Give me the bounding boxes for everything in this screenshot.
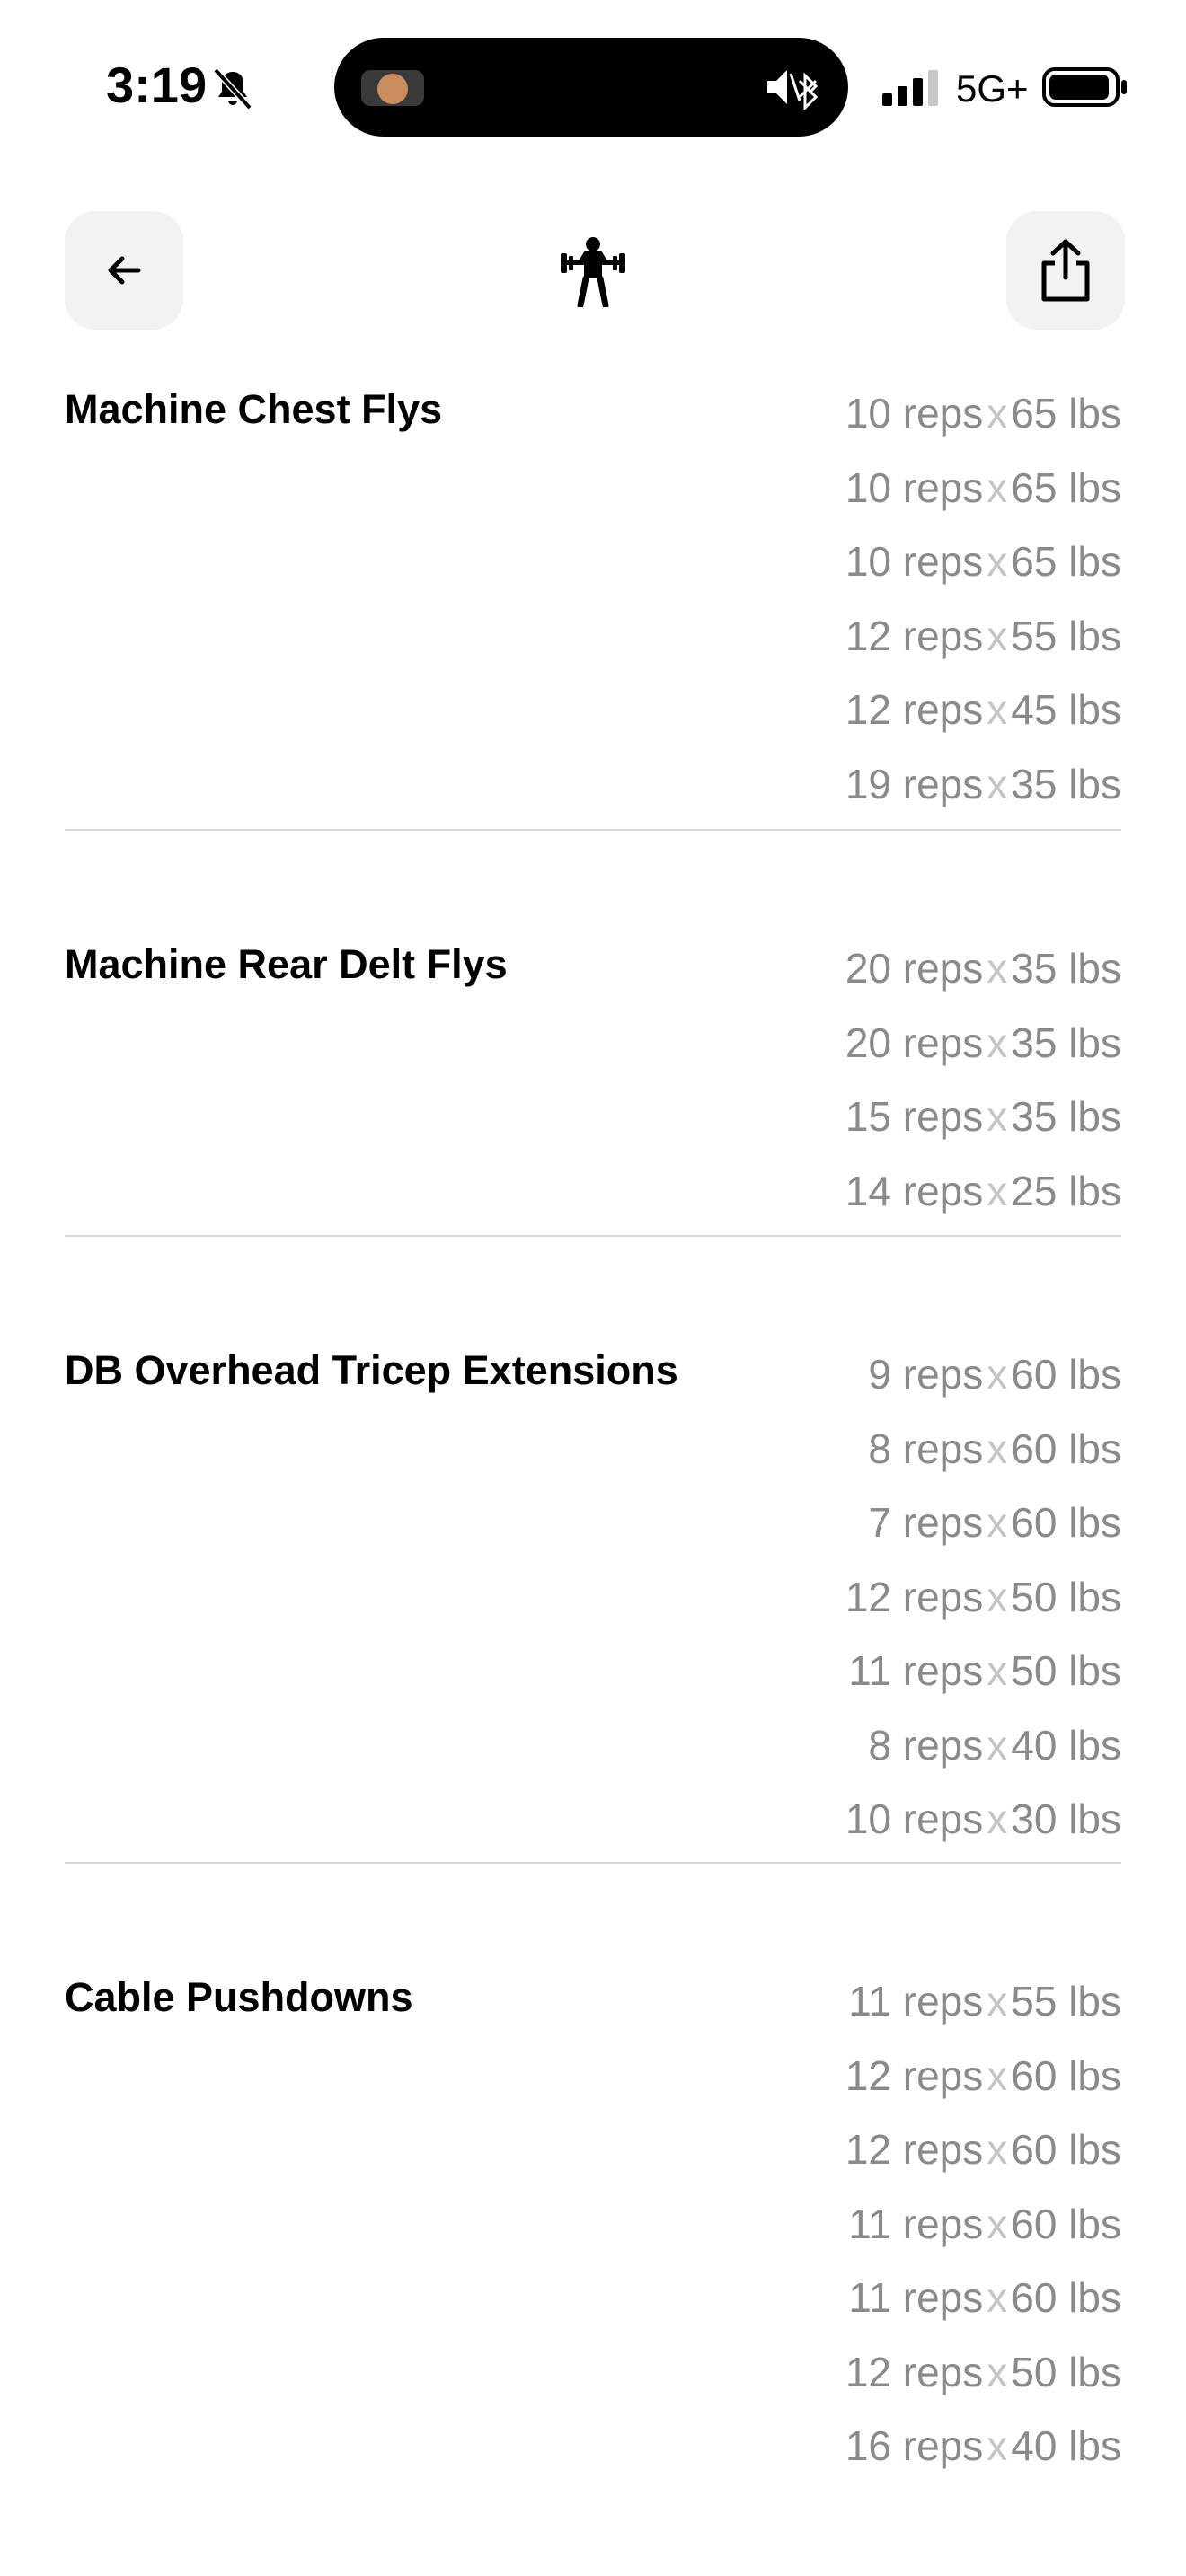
set-row: 20 repsx35 lbs bbox=[845, 945, 1121, 992]
speaker-muted-icon bbox=[767, 70, 819, 110]
set-row: 11 repsx50 lbs bbox=[848, 1647, 1121, 1694]
set-row: 11 repsx55 lbs bbox=[848, 1978, 1121, 2025]
exercise-name: Machine Chest Flys bbox=[65, 386, 443, 432]
set-row: 11 repsx60 lbs bbox=[848, 2200, 1121, 2247]
bell-slash-icon bbox=[213, 67, 252, 110]
exercise-name: Machine Rear Delt Flys bbox=[65, 941, 508, 987]
set-row: 11 repsx60 lbs bbox=[848, 2274, 1121, 2321]
cellular-signal-icon bbox=[882, 70, 938, 106]
set-row: 7 repsx60 lbs bbox=[868, 1499, 1121, 1546]
status-bar: 3:19 5G+ bbox=[0, 0, 1186, 162]
set-row: 14 repsx25 lbs bbox=[845, 1167, 1121, 1214]
set-row: 12 repsx60 lbs bbox=[845, 2051, 1121, 2099]
set-row: 9 repsx60 lbs bbox=[868, 1351, 1121, 1398]
set-row: 15 repsx35 lbs bbox=[845, 1093, 1121, 1140]
divider bbox=[65, 1862, 1121, 1864]
set-list: 11 repsx55 lbs 12 repsx60 lbs 12 repsx60… bbox=[845, 1974, 1121, 2493]
weightlifter-icon bbox=[561, 237, 625, 307]
exercise-name: DB Overhead Tricep Extensions bbox=[65, 1347, 678, 1393]
set-row: 12 repsx60 lbs bbox=[845, 2126, 1121, 2173]
set-row: 19 repsx35 lbs bbox=[845, 760, 1121, 807]
back-button[interactable] bbox=[65, 211, 183, 330]
set-row: 16 repsx40 lbs bbox=[845, 2422, 1121, 2469]
set-row: 8 repsx40 lbs bbox=[868, 1721, 1121, 1769]
set-row: 12 repsx55 lbs bbox=[845, 612, 1121, 659]
set-row: 10 repsx65 lbs bbox=[845, 538, 1121, 585]
divider bbox=[65, 829, 1121, 831]
set-row: 8 repsx60 lbs bbox=[868, 1425, 1121, 1472]
now-playing-thumbnail bbox=[361, 70, 424, 106]
set-row: 12 repsx50 lbs bbox=[845, 1573, 1121, 1620]
status-time: 3:19 bbox=[106, 57, 208, 113]
set-row: 10 repsx30 lbs bbox=[845, 1795, 1121, 1842]
divider bbox=[65, 1235, 1121, 1237]
set-list: 9 repsx60 lbs 8 repsx60 lbs 7 repsx60 lb… bbox=[845, 1347, 1121, 1866]
set-row: 12 repsx45 lbs bbox=[845, 686, 1121, 733]
share-button[interactable] bbox=[1006, 211, 1125, 330]
dynamic-island[interactable] bbox=[334, 38, 848, 137]
set-row: 20 repsx35 lbs bbox=[845, 1019, 1121, 1066]
battery-icon bbox=[1042, 67, 1127, 107]
set-row: 12 repsx50 lbs bbox=[845, 2348, 1121, 2395]
arrow-left-icon bbox=[108, 256, 141, 285]
exercise-name: Cable Pushdowns bbox=[65, 1974, 413, 2020]
set-row: 10 repsx65 lbs bbox=[845, 463, 1121, 511]
set-list: 10 repsx65 lbs 10 repsx65 lbs 10 repsx65… bbox=[845, 386, 1121, 831]
network-type: 5G+ bbox=[956, 67, 1029, 110]
set-row: 10 repsx65 lbs bbox=[845, 390, 1121, 437]
share-icon bbox=[1041, 239, 1090, 302]
set-list: 20 repsx35 lbs 20 repsx35 lbs 15 repsx35… bbox=[845, 941, 1121, 1238]
